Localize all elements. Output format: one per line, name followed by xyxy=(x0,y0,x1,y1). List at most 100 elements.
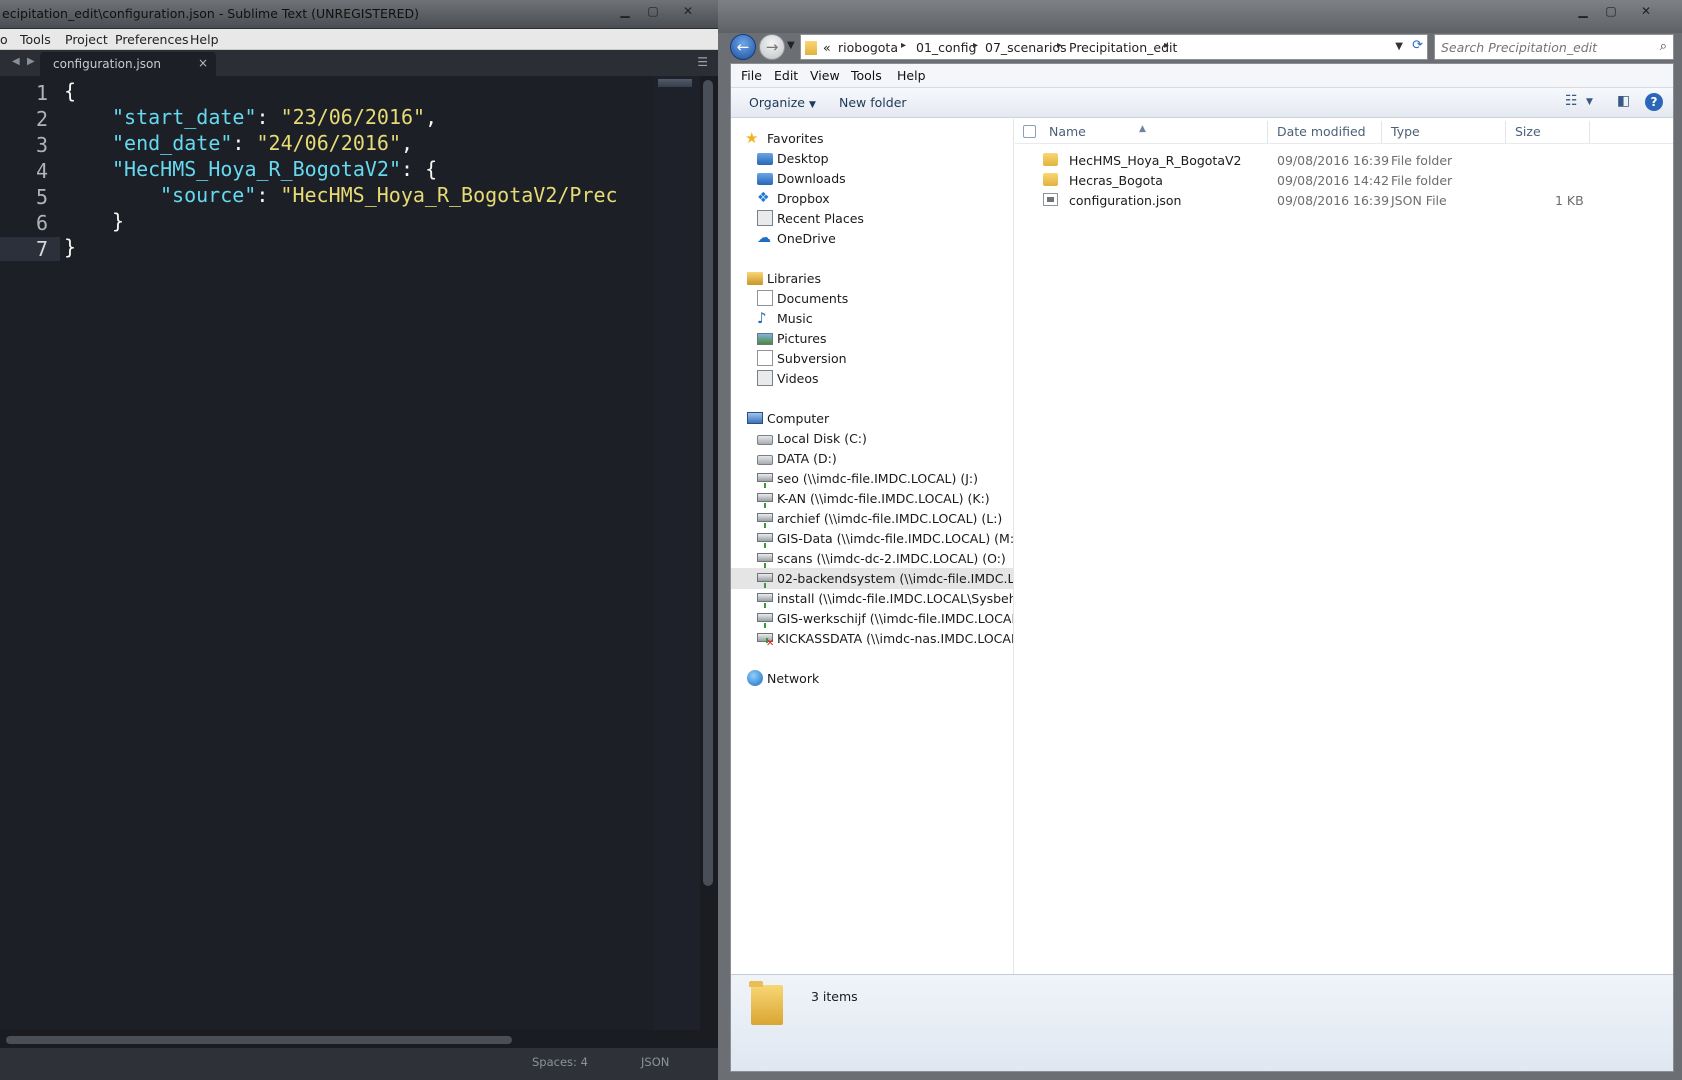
menu-item-help[interactable]: Help xyxy=(190,32,219,47)
column-divider[interactable] xyxy=(1505,121,1506,143)
forward-button[interactable]: → xyxy=(759,34,785,60)
indentation-status[interactable]: Spaces: 4 xyxy=(532,1055,588,1069)
column-divider[interactable] xyxy=(1381,121,1382,143)
nav-network[interactable]: Network xyxy=(731,668,1013,689)
menu-item-tools[interactable]: Tools xyxy=(851,68,882,83)
column-divider[interactable] xyxy=(1267,121,1268,143)
minimize-button[interactable]: ▁ xyxy=(612,2,638,19)
menu-item-tools[interactable]: Tools xyxy=(20,32,51,47)
breadcrumb-overflow[interactable]: « xyxy=(823,40,831,55)
nav-item-drive[interactable]: archief (\\imdc-file.IMDC.LOCAL) (L:) xyxy=(731,508,1013,529)
close-button[interactable]: ✕ xyxy=(1626,2,1666,19)
menu-item-edit[interactable]: Edit xyxy=(774,68,798,83)
horizontal-scroll-thumb[interactable] xyxy=(6,1036,512,1044)
tab-configuration-json[interactable]: configuration.json × xyxy=(40,52,216,76)
maximize-button[interactable]: ▢ xyxy=(640,2,666,19)
breadcrumb-item[interactable]: Precipitation_edit xyxy=(1069,40,1177,55)
nav-computer[interactable]: Computer xyxy=(731,408,1013,429)
nav-item-drive[interactable]: GIS-werkschijf (\\imdc-file.IMDC.LOCAL) … xyxy=(731,608,1013,629)
tab-close-icon[interactable]: × xyxy=(198,56,208,70)
column-name[interactable]: Name xyxy=(1049,124,1086,139)
nav-item-music[interactable]: ♪ Music xyxy=(731,308,1013,329)
nav-item-pictures[interactable]: Pictures xyxy=(731,328,1013,349)
help-icon[interactable]: ? xyxy=(1645,93,1663,111)
column-size[interactable]: Size xyxy=(1515,124,1541,139)
breadcrumb-item[interactable]: 07_scenarios xyxy=(985,40,1067,55)
column-divider[interactable] xyxy=(1589,121,1590,143)
nav-item-videos[interactable]: Videos xyxy=(731,368,1013,389)
syntax-status[interactable]: JSON xyxy=(641,1055,669,1069)
breadcrumb-item[interactable]: riobogota xyxy=(838,40,898,55)
menu-item-go[interactable]: o xyxy=(0,32,8,47)
desktop-icon xyxy=(757,153,773,165)
minimize-button[interactable]: ▁ xyxy=(1570,2,1596,19)
nav-item-drive[interactable]: scans (\\imdc-dc-2.IMDC.LOCAL) (O:) xyxy=(731,548,1013,569)
nav-item-recent-places[interactable]: Recent Places xyxy=(731,208,1013,229)
nav-item-drive[interactable]: Local Disk (C:) xyxy=(731,428,1013,449)
code-token: "HecHMS_Hoya_R_BogotaV2/Prec xyxy=(280,183,618,207)
breadcrumb-separator-icon[interactable]: ▸ xyxy=(973,40,978,51)
nav-item-drive[interactable]: KICKASSDATA (\\imdc-nas.IMDC.LOCAL) (Z xyxy=(731,628,1013,649)
search-icon[interactable]: ⌕ xyxy=(1660,39,1667,54)
code-editor[interactable]: { "start_date": "23/06/2016", "end_date"… xyxy=(64,76,654,1030)
column-date-modified[interactable]: Date modified xyxy=(1277,124,1366,139)
maximize-button[interactable]: ▢ xyxy=(1598,2,1624,19)
nav-favorites[interactable]: ★ Favorites xyxy=(731,128,1013,149)
menu-item-project[interactable]: Project xyxy=(65,32,108,47)
address-dropdown-icon[interactable]: ▼ xyxy=(1395,41,1403,52)
change-view-icon[interactable]: ☷ xyxy=(1565,93,1578,109)
back-arrow-icon: ← xyxy=(736,38,750,56)
nav-item-onedrive[interactable]: ☁ OneDrive xyxy=(731,228,1013,249)
file-row[interactable]: Hecras_Bogota 09/08/2016 14:42 File fold… xyxy=(1015,170,1673,190)
search-input[interactable] xyxy=(1439,38,1649,56)
nav-item-desktop[interactable]: Desktop xyxy=(731,148,1013,169)
nav-item-subversion[interactable]: Subversion xyxy=(731,348,1013,369)
file-row[interactable]: HecHMS_Hoya_R_BogotaV2 09/08/2016 16:39 … xyxy=(1015,150,1673,170)
nav-item-dropbox[interactable]: ❖ Dropbox xyxy=(731,188,1013,209)
nav-libraries[interactable]: Libraries xyxy=(731,268,1013,289)
menu-item-view[interactable]: View xyxy=(810,68,840,83)
breadcrumb-item[interactable]: 01_config xyxy=(916,40,976,55)
back-button[interactable]: ← xyxy=(730,34,756,60)
nav-item-documents[interactable]: Documents xyxy=(731,288,1013,309)
vertical-scrollbar[interactable] xyxy=(700,76,718,1030)
horizontal-scrollbar[interactable] xyxy=(0,1030,718,1048)
hard-drive-icon xyxy=(757,435,773,445)
tab-scroll-right-icon[interactable]: ▶ xyxy=(27,56,35,67)
column-type[interactable]: Type xyxy=(1391,124,1420,139)
tab-menu-icon[interactable]: ☰ xyxy=(697,55,708,69)
sublime-status-bar: Spaces: 4 JSON xyxy=(0,1048,718,1080)
breadcrumb-separator-icon[interactable]: ▸ xyxy=(901,40,906,51)
file-list: ▲ Name Date modified Type Size HecHMS_Ho… xyxy=(1015,119,1673,974)
nav-item-drive[interactable]: DATA (D:) xyxy=(731,448,1013,469)
breadcrumb-separator-icon[interactable]: ▸ xyxy=(1057,40,1062,51)
nav-item-drive[interactable]: GIS-Data (\\imdc-file.IMDC.LOCAL) (M:) xyxy=(731,528,1013,549)
breadcrumb-separator-icon[interactable]: ▸ xyxy=(1164,40,1169,51)
menu-item-file[interactable]: File xyxy=(741,68,762,83)
organize-button[interactable]: Organize ▼ xyxy=(749,95,816,110)
nav-item-drive[interactable]: install (\\imdc-file.IMDC.LOCAL\Sysbehee… xyxy=(731,588,1013,609)
new-folder-button[interactable]: New folder xyxy=(839,95,907,110)
recent-pages-dropdown-icon[interactable]: ▼ xyxy=(787,40,795,51)
nav-item-drive[interactable]: K-AN (\\imdc-file.IMDC.LOCAL) (K:) xyxy=(731,488,1013,509)
minimap[interactable] xyxy=(654,76,701,1030)
tab-scroll-left-icon[interactable]: ◀ xyxy=(12,56,20,67)
libraries-icon xyxy=(747,272,763,285)
select-all-checkbox[interactable] xyxy=(1023,125,1036,138)
disconnected-drive-icon xyxy=(757,633,773,643)
view-options-chevron-icon[interactable]: ▼ xyxy=(1586,97,1593,107)
refresh-icon[interactable]: ⟳ xyxy=(1412,38,1423,53)
nav-item-downloads[interactable]: Downloads xyxy=(731,168,1013,189)
sublime-title-bar: ecipitation_edit\configuration.json - Su… xyxy=(0,0,718,29)
nav-item-drive[interactable]: seo (\\imdc-file.IMDC.LOCAL) (J:) xyxy=(731,468,1013,489)
address-bar[interactable]: « riobogota ▸ 01_config ▸ 07_scenarios ▸… xyxy=(800,34,1428,60)
preview-pane-icon[interactable]: ◧ xyxy=(1617,93,1630,109)
vertical-scroll-thumb[interactable] xyxy=(703,80,713,886)
menu-item-preferences[interactable]: Preferences xyxy=(115,32,189,47)
minimap-viewport[interactable] xyxy=(658,79,692,87)
nav-label: DATA (D:) xyxy=(777,451,837,466)
nav-item-drive-selected[interactable]: 02-backendsystem (\\imdc-file.IMDC.LOCAL xyxy=(731,568,1013,589)
menu-item-help[interactable]: Help xyxy=(897,68,926,83)
close-button[interactable]: ✕ xyxy=(668,2,708,19)
file-row[interactable]: configuration.json 09/08/2016 16:39 JSON… xyxy=(1015,190,1673,210)
